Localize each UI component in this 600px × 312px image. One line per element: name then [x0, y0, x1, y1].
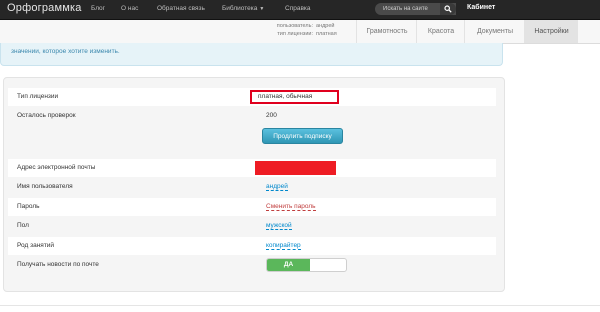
license-key: тип лицензии:: [277, 30, 313, 37]
nav-library[interactable]: Библиотека ▼: [222, 5, 264, 12]
user-info-row: пользователь: андрей: [258, 23, 337, 31]
renew-subscription-button[interactable]: Продлить подписку: [262, 128, 343, 144]
caret-down-icon: ▼: [259, 6, 265, 12]
license-info-row: тип лицензии: платная: [258, 31, 337, 39]
nav-blog[interactable]: Блог: [91, 5, 105, 12]
occupation-value: копирайтер: [266, 242, 301, 250]
password-value: Сменить пароль: [266, 203, 316, 211]
license-highlight-box: [250, 90, 339, 104]
row-occupation: Род занятий: [8, 237, 496, 255]
footer-divider: [0, 305, 600, 306]
row-username: Имя пользователя: [8, 178, 496, 196]
brand-logo[interactable]: Орфограммка: [7, 2, 82, 14]
newsletter-label: Получать новости по почте: [17, 261, 99, 268]
email-label: Адрес электронной почты: [17, 164, 96, 171]
tab-beauty[interactable]: Красота: [416, 20, 465, 43]
nav-about[interactable]: О нас: [121, 5, 138, 12]
license-value: платная: [316, 30, 337, 37]
row-email: Адрес электронной почты: [8, 159, 496, 177]
gender-label: Пол: [17, 222, 29, 229]
info-alert: значении, которое хотите изменить.: [0, 43, 503, 66]
alert-text: значении, которое хотите изменить.: [11, 48, 120, 55]
sub-navbar: пользователь: андрей тип лицензии: платная…: [0, 20, 600, 44]
checks-left-label: Осталось проверок: [17, 112, 76, 119]
row-checks-left: Осталось проверок: [8, 107, 496, 125]
occupation-link[interactable]: копирайтер: [266, 242, 301, 250]
top-navbar: Орфограммка Блог О нас Обратная связь Би…: [0, 0, 600, 20]
occupation-label: Род занятий: [17, 242, 55, 249]
search-button[interactable]: [440, 3, 456, 15]
email-redacted-field[interactable]: [255, 161, 336, 175]
change-password-link[interactable]: Сменить пароль: [266, 203, 316, 211]
user-key: пользователь:: [276, 23, 313, 29]
user-info: пользователь: андрей тип лицензии: платная: [258, 23, 337, 38]
nav-feedback[interactable]: Обратная связь: [157, 5, 205, 12]
tab-literacy[interactable]: Грамотность: [356, 20, 417, 43]
username-value: андрей: [266, 183, 288, 191]
user-value: андрей: [316, 23, 335, 29]
row-password: Пароль: [8, 198, 496, 216]
newsletter-toggle[interactable]: ДА: [266, 258, 347, 272]
username-label: Имя пользователя: [17, 183, 73, 190]
nav-help[interactable]: Справка: [285, 5, 311, 12]
tab-settings[interactable]: Настройки: [524, 20, 578, 43]
gender-link[interactable]: мужской: [266, 222, 292, 230]
search-icon: [444, 5, 452, 13]
cabinet-link[interactable]: Кабинет: [467, 4, 495, 11]
gender-value: мужской: [266, 222, 292, 230]
checks-left-value: 200: [266, 112, 277, 119]
row-gender: Пол: [8, 217, 496, 235]
tab-documents[interactable]: Документы: [464, 20, 525, 43]
license-type-label: Тип лицензии: [17, 93, 59, 100]
row-newsletter: Получать новости по почте: [8, 256, 496, 274]
toggle-on-label: ДА: [267, 259, 310, 271]
nav-library-label: Библиотека: [222, 5, 258, 12]
password-label: Пароль: [17, 203, 40, 210]
username-link[interactable]: андрей: [266, 183, 288, 191]
